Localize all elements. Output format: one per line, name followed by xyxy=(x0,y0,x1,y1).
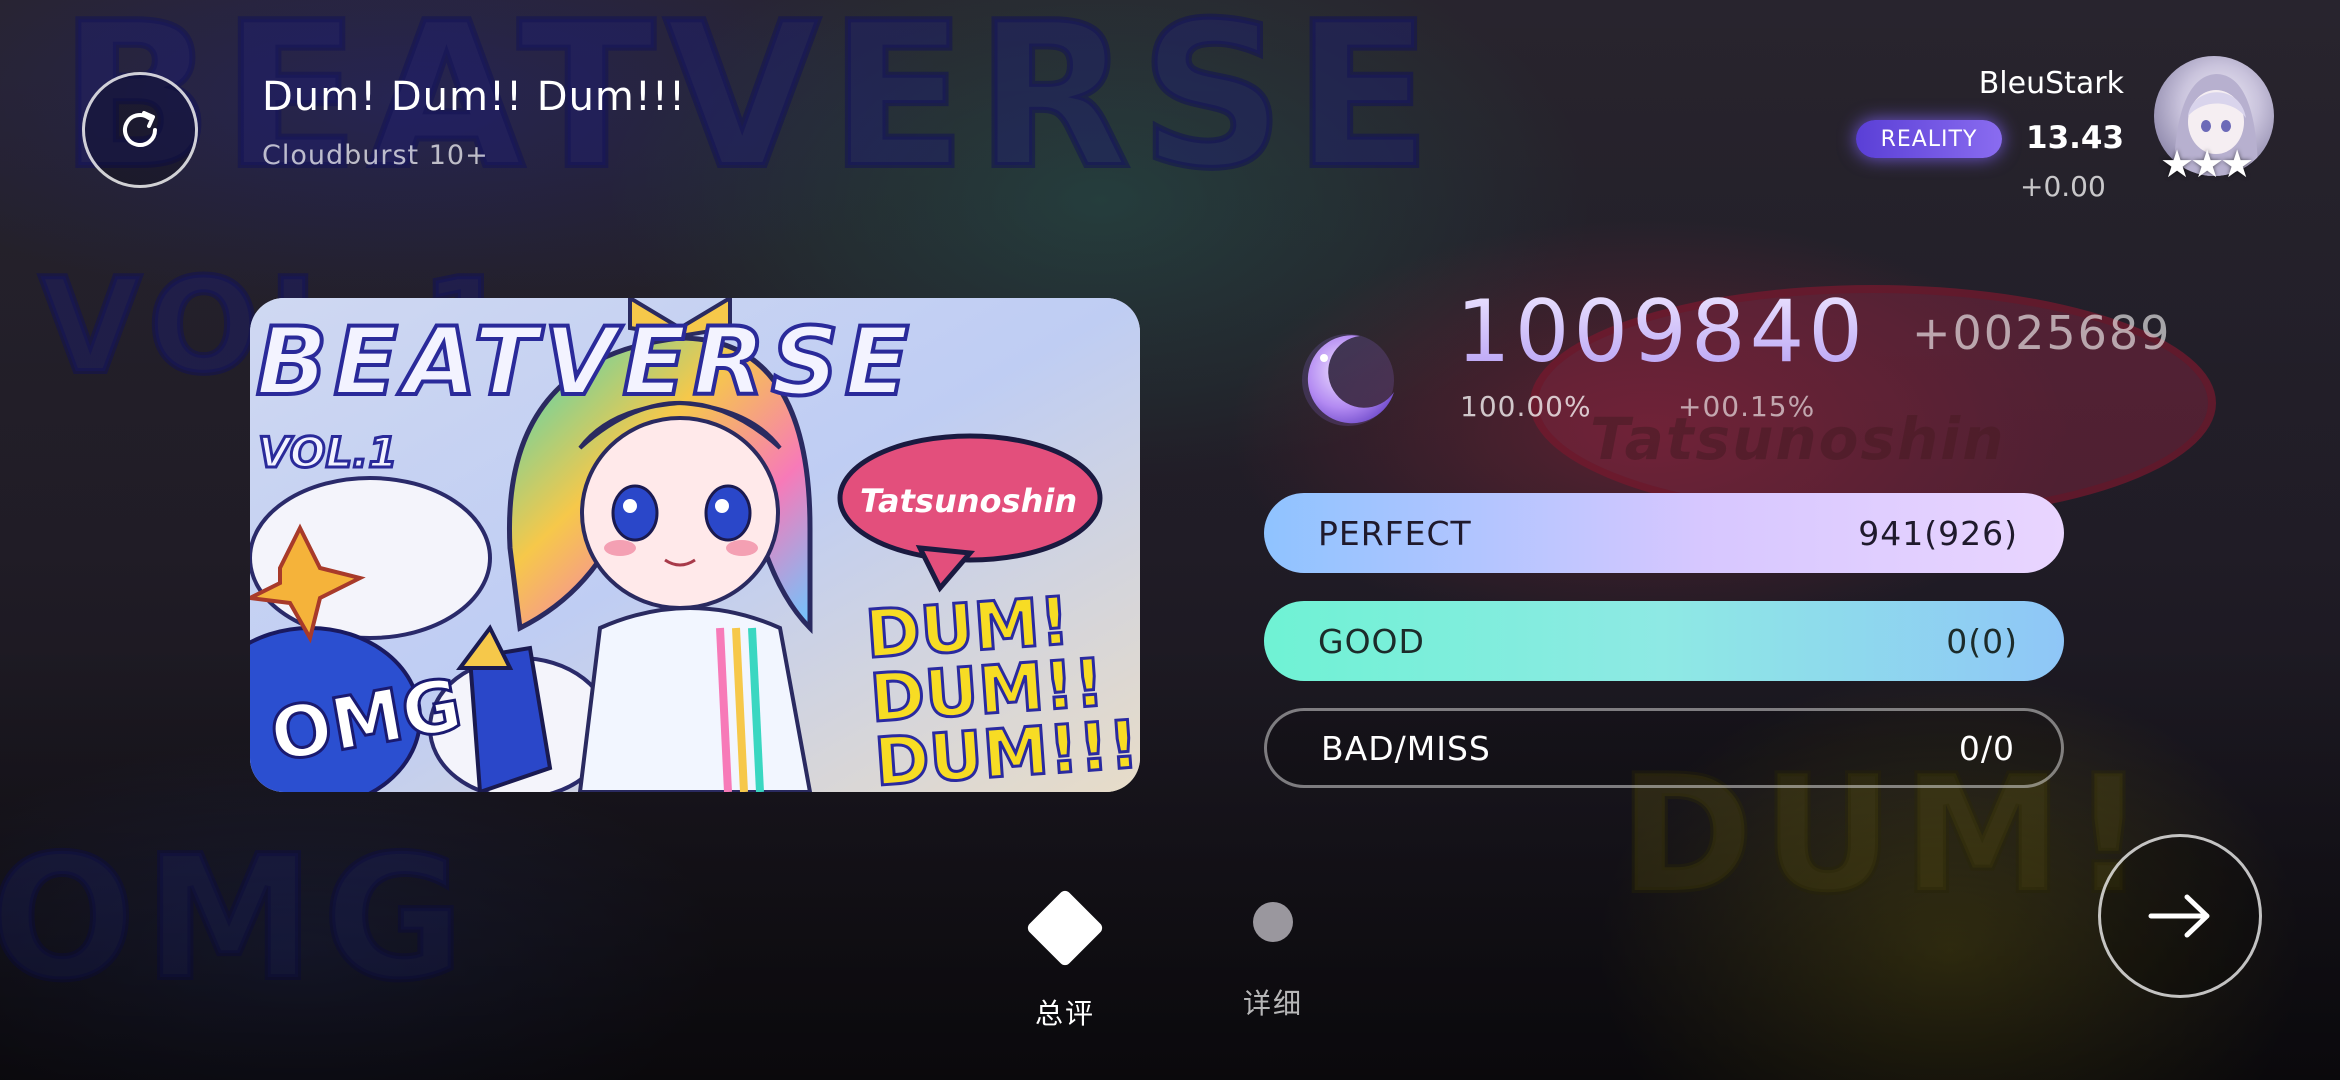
arrow-right-icon xyxy=(2148,894,2210,938)
judgement-value: 941(926) xyxy=(1858,513,2018,553)
diamond-icon xyxy=(1025,888,1105,968)
accuracy-delta: +00.15% xyxy=(1678,390,1816,423)
perfect-count-bar: PERFECT 941(926) xyxy=(1264,493,2064,573)
song-title: Dum! Dum!! Dum!!! xyxy=(262,74,686,120)
art-song-line: DUM!!! xyxy=(871,704,1140,792)
art-volume: VOL.1 xyxy=(256,427,398,479)
accuracy-value: 100.00% xyxy=(1460,390,1592,423)
star-rating: ★★★ xyxy=(2160,142,2254,186)
art-song-words: DUM! DUM!! DUM!!! xyxy=(862,581,1140,792)
rks-delta: +0.00 xyxy=(2020,170,2106,203)
judgement-label: BAD/MISS xyxy=(1321,728,1491,768)
retry-icon xyxy=(123,111,157,147)
score-value: 1009840 xyxy=(1456,282,1868,382)
score-delta: +0025689 xyxy=(1912,306,2172,360)
song-illustration: BEATVERSE VOL.1 Tatsunoshin OMG DUM! DUM… xyxy=(250,298,1140,792)
rks-value: 13.43 xyxy=(2026,120,2125,156)
moon-icon xyxy=(1302,334,1394,426)
art-series-title: BEATVERSE xyxy=(254,306,915,419)
retry-button[interactable] xyxy=(82,72,198,188)
dot-icon xyxy=(1253,902,1293,942)
judgement-label: PERFECT xyxy=(1318,513,1472,553)
next-button[interactable] xyxy=(2098,834,2262,998)
tab-label: 详细 xyxy=(1242,987,1303,1020)
judgement-value: 0/0 xyxy=(1958,728,2015,768)
art-artist-tag: Tatsunoshin xyxy=(860,482,1078,520)
tab-detail[interactable]: 详细 xyxy=(1218,884,1328,1022)
tab-label: 总评 xyxy=(1034,997,1095,1030)
bad-miss-count-bar: BAD/MISS 0/0 xyxy=(1264,708,2064,788)
judgement-label: GOOD xyxy=(1318,621,1425,661)
player-name: BleuStark xyxy=(1978,66,2124,101)
song-difficulty: Cloudburst 10+ xyxy=(262,140,489,171)
judgement-value: 0(0) xyxy=(1946,621,2018,661)
tab-summary[interactable]: 总评 xyxy=(1010,884,1120,1032)
good-count-bar: GOOD 0(0) xyxy=(1264,601,2064,681)
rank-badge: REALITY xyxy=(1856,120,2002,158)
